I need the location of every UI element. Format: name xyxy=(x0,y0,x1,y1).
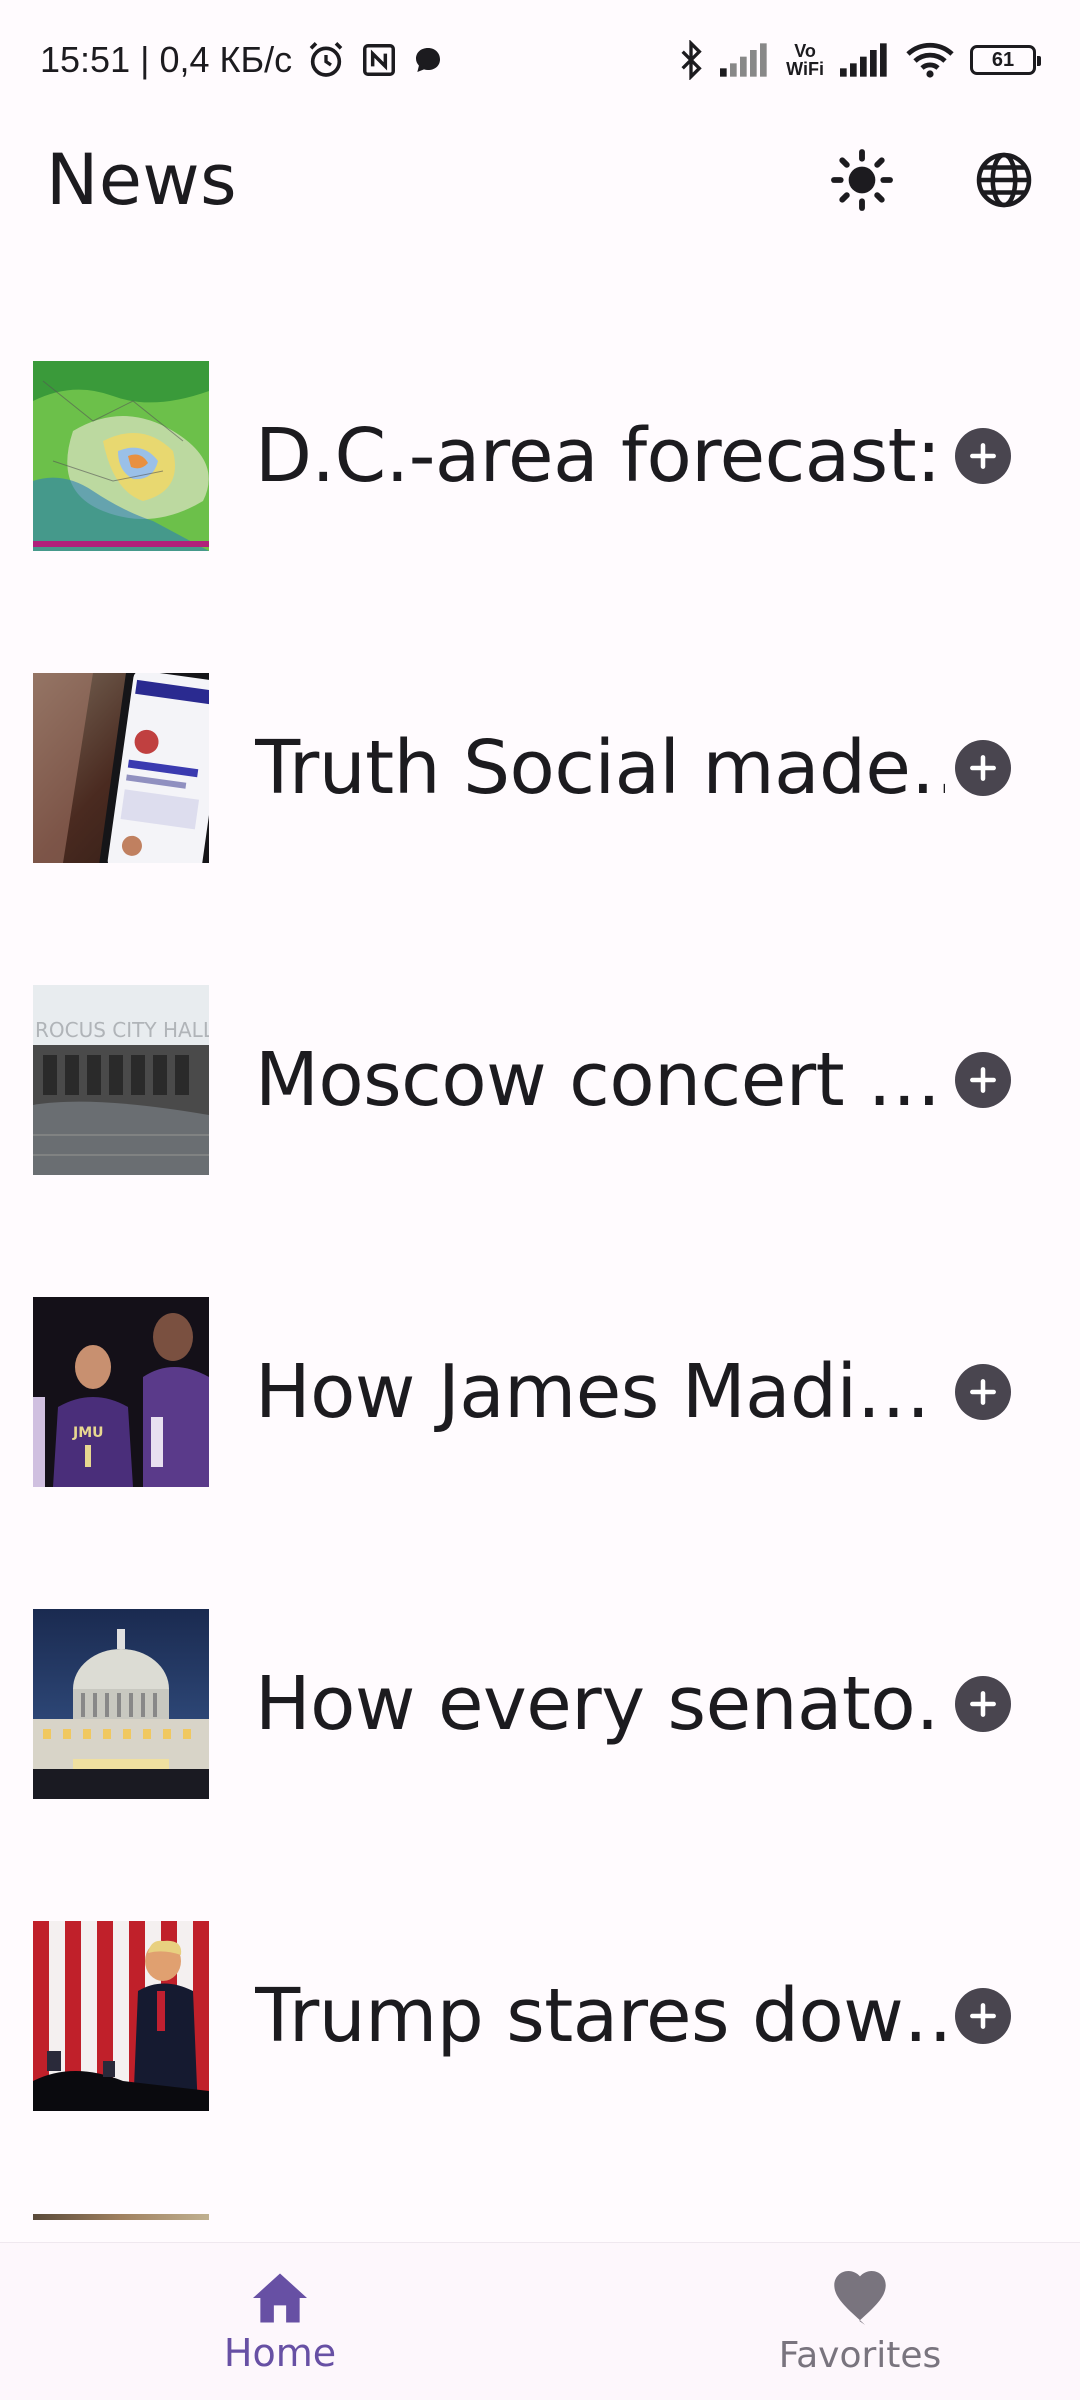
news-thumbnail xyxy=(33,673,209,863)
status-time-speed: 15:51 | 0,4 КБ/с xyxy=(40,39,293,80)
news-thumbnail: JMU xyxy=(33,1297,209,1487)
chat-icon xyxy=(412,44,444,76)
battery-level: 61 xyxy=(991,48,1015,71)
globe-icon xyxy=(976,152,1032,208)
add-favorite-button[interactable] xyxy=(955,1364,1011,1420)
news-title: How James Madi… xyxy=(255,1349,931,1435)
news-thumbnail-partial xyxy=(33,2214,209,2220)
bluetooth-icon xyxy=(678,40,704,80)
list-item[interactable]: How every senato… xyxy=(0,1548,1080,1860)
add-favorite-button[interactable] xyxy=(955,1676,1011,1732)
home-icon xyxy=(253,2273,307,2323)
add-favorite-button[interactable] xyxy=(955,1988,1011,2044)
add-favorite-button[interactable] xyxy=(955,1052,1011,1108)
news-thumbnail: ROCUS CITY HALL xyxy=(33,985,209,1175)
svg-text:JMU: JMU xyxy=(72,1425,104,1441)
vowifi-top-label: Vo xyxy=(794,41,816,61)
news-thumbnail xyxy=(33,1609,209,1799)
plus-circle-icon xyxy=(970,443,996,469)
wifi-icon xyxy=(906,41,954,79)
screen: 15:51 | 0,4 КБ/с Vo WiFi 61 News D.C.-ar… xyxy=(0,0,1080,2400)
add-favorite-button[interactable] xyxy=(955,740,1011,796)
news-thumbnail xyxy=(33,361,209,551)
status-left: 15:51 | 0,4 КБ/с xyxy=(40,39,444,81)
signal-icon-2 xyxy=(840,43,890,77)
plus-circle-icon xyxy=(970,2003,996,2029)
list-item[interactable]: JMU How James Madi… xyxy=(0,1236,1080,1548)
plus-circle-icon xyxy=(970,755,996,781)
thumb-sign-text: ROCUS CITY HALL xyxy=(35,1018,209,1042)
nav-favorites[interactable]: Favorites xyxy=(760,2243,960,2400)
news-title: How every senato… xyxy=(255,1661,945,1747)
status-bar: 15:51 | 0,4 КБ/с Vo WiFi 61 xyxy=(0,0,1080,120)
status-right: Vo WiFi 61 xyxy=(678,40,1041,80)
list-item[interactable]: D.C.-area forecast:… xyxy=(0,300,1080,612)
nav-home-label: Home xyxy=(223,2331,337,2375)
app-bar: News xyxy=(0,120,1080,240)
add-favorite-button[interactable] xyxy=(955,428,1011,484)
nfc-icon xyxy=(360,41,398,79)
theme-toggle-button[interactable] xyxy=(826,144,898,216)
signal-icon-1 xyxy=(720,43,770,77)
news-thumbnail xyxy=(33,1921,209,2111)
heart-icon xyxy=(834,2271,886,2325)
list-item[interactable]: Truth Social made… xyxy=(0,612,1080,924)
nav-favorites-label: Favorites xyxy=(778,2335,942,2376)
vowifi-bottom-label: WiFi xyxy=(786,59,824,79)
plus-circle-icon xyxy=(970,1067,996,1093)
sun-icon xyxy=(831,149,893,211)
bottom-navigation: Home Favorites xyxy=(0,2242,1080,2400)
app-actions xyxy=(826,144,1040,216)
news-title: Truth Social made… xyxy=(255,725,945,811)
news-title: Moscow concert … xyxy=(255,1037,941,1123)
list-item[interactable]: ROCUS CITY HALL Moscow concert … xyxy=(0,924,1080,1236)
news-list: D.C.-area forecast:… Truth Social made… … xyxy=(0,300,1080,2172)
vowifi-icon: Vo WiFi xyxy=(786,42,824,78)
news-title: D.C.-area forecast:… xyxy=(255,413,945,499)
plus-circle-icon xyxy=(970,1691,996,1717)
news-title: Trump stares dow… xyxy=(255,1973,945,2059)
page-title: News xyxy=(46,139,238,221)
plus-circle-icon xyxy=(970,1379,996,1405)
language-button[interactable] xyxy=(968,144,1040,216)
list-item[interactable]: Trump stares dow… xyxy=(0,1860,1080,2172)
battery-icon: 61 xyxy=(970,45,1041,75)
nav-home[interactable]: Home xyxy=(180,2243,380,2400)
alarm-icon xyxy=(306,40,346,80)
